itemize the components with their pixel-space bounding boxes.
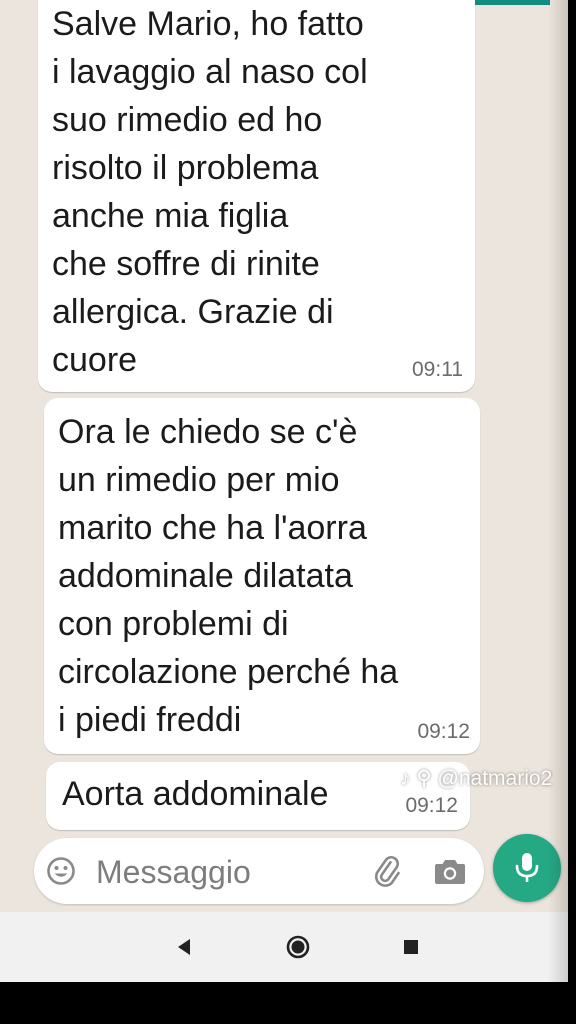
tiktok-watermark: ♪ ⚲ @natmario2 bbox=[400, 767, 553, 790]
nav-home-button[interactable] bbox=[283, 932, 313, 962]
message-time: 09:11 bbox=[412, 358, 463, 381]
message-input[interactable] bbox=[94, 848, 358, 896]
message-time: 09:12 bbox=[417, 720, 470, 743]
recents-square-icon bbox=[404, 940, 418, 954]
back-triangle-icon bbox=[178, 939, 190, 955]
message-bubble-1[interactable]: Salve Mario, ho fatto i lavaggio al naso… bbox=[38, 0, 475, 392]
message-text: Salve Mario, ho fatto i lavaggio al naso… bbox=[52, 5, 368, 379]
camera-icon[interactable] bbox=[434, 856, 466, 886]
message-composer bbox=[34, 838, 484, 904]
chat-screen: Salve Mario, ho fatto i lavaggio al naso… bbox=[0, 0, 568, 982]
message-text: Ora le chiedo se c'è un rimedio per mio … bbox=[58, 413, 399, 739]
paperclip-icon[interactable] bbox=[370, 854, 404, 888]
message-bubble-2[interactable]: Ora le chiedo se c'è un rimedio per mio … bbox=[44, 398, 480, 754]
nav-recents-button[interactable] bbox=[396, 932, 426, 962]
message-time: 09:12 bbox=[405, 794, 458, 817]
nav-back-button[interactable] bbox=[170, 932, 200, 962]
emoji-icon[interactable] bbox=[46, 856, 76, 886]
home-circle-icon bbox=[286, 935, 310, 959]
screen-edge-shadow bbox=[548, 0, 568, 982]
system-navigation-bar bbox=[0, 912, 568, 982]
microphone-icon bbox=[515, 853, 539, 882]
message-text: Aorta addominale bbox=[62, 775, 329, 813]
